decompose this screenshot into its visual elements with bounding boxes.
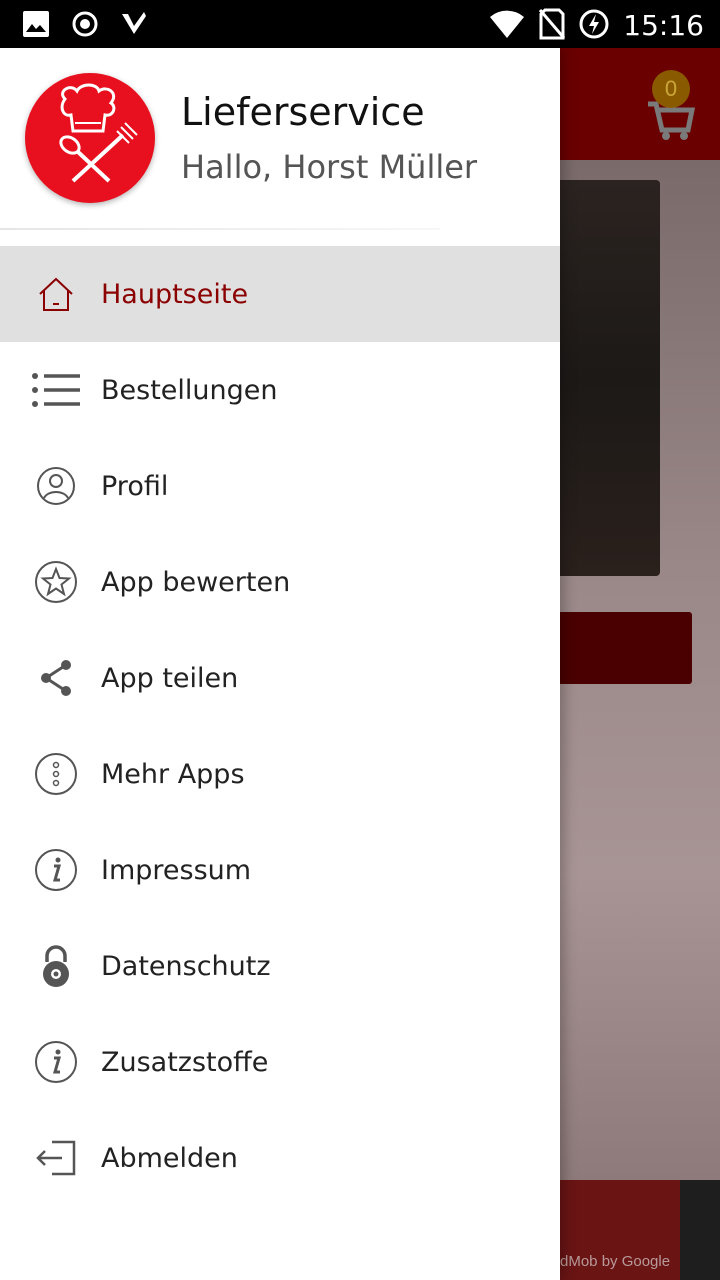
- share-icon: [32, 658, 80, 698]
- list-icon: [32, 370, 80, 410]
- logout-icon: [32, 1138, 80, 1178]
- ad-label: dMob by Google: [560, 1253, 671, 1270]
- star-icon: [32, 561, 80, 603]
- battery-charging-icon: [579, 9, 609, 43]
- image-icon: [22, 10, 50, 42]
- menu-item-label: Abmelden: [101, 1142, 238, 1174]
- menu-item-label: Zusatzstoffe: [101, 1046, 269, 1078]
- status-clock: 15:16: [623, 9, 704, 42]
- menu-item-app-teilen[interactable]: App teilen: [0, 630, 560, 726]
- menu-item-label: Impressum: [101, 854, 252, 886]
- no-sim-icon: [539, 8, 566, 44]
- menu-item-app-bewerten[interactable]: App bewerten: [0, 534, 560, 630]
- user-greeting: Hallo, Horst Müller: [181, 148, 478, 186]
- navigation-drawer: Lieferservice Hallo, Horst Müller Haupts…: [0, 48, 560, 1280]
- menu-item-impressum[interactable]: Impressum: [0, 822, 560, 918]
- menu-item-zusatzstoffe[interactable]: Zusatzstoffe: [0, 1014, 560, 1110]
- ad-banner-edge: [680, 1180, 720, 1280]
- drawer-menu: Hauptseite Bestellungen Profil App bewer…: [0, 246, 560, 1206]
- cart-badge: 0: [652, 70, 690, 108]
- menu-item-label: App bewerten: [101, 566, 291, 598]
- header-divider: [0, 228, 440, 230]
- checkmark-icon: [120, 10, 148, 42]
- app-logo: [25, 73, 155, 203]
- info-icon: [32, 849, 80, 891]
- menu-item-datenschutz[interactable]: Datenschutz: [0, 918, 560, 1014]
- wifi-icon: [489, 9, 525, 43]
- home-icon: [32, 274, 80, 314]
- menu-item-label: Hauptseite: [101, 278, 249, 310]
- menu-item-bestellungen[interactable]: Bestellungen: [0, 342, 560, 438]
- menu-item-label: Bestellungen: [101, 374, 278, 406]
- menu-item-mehr-apps[interactable]: Mehr Apps: [0, 726, 560, 822]
- app-title: Lieferservice: [181, 90, 425, 134]
- menu-item-label: Mehr Apps: [101, 758, 245, 790]
- background-button: [540, 612, 692, 684]
- record-icon: [72, 11, 98, 41]
- menu-item-profil[interactable]: Profil: [0, 438, 560, 534]
- menu-item-label: Datenschutz: [101, 950, 271, 982]
- status-bar: 15:16: [0, 0, 720, 48]
- menu-item-hauptseite[interactable]: Hauptseite: [0, 246, 560, 342]
- lock-icon: [32, 945, 80, 987]
- profile-icon: [32, 466, 80, 506]
- more-icon: [32, 753, 80, 795]
- menu-item-label: Profil: [101, 470, 169, 502]
- menu-item-abmelden[interactable]: Abmelden: [0, 1110, 560, 1206]
- menu-item-label: App teilen: [101, 662, 239, 694]
- info-icon: [32, 1041, 80, 1083]
- drawer-header: Lieferservice Hallo, Horst Müller: [0, 48, 560, 230]
